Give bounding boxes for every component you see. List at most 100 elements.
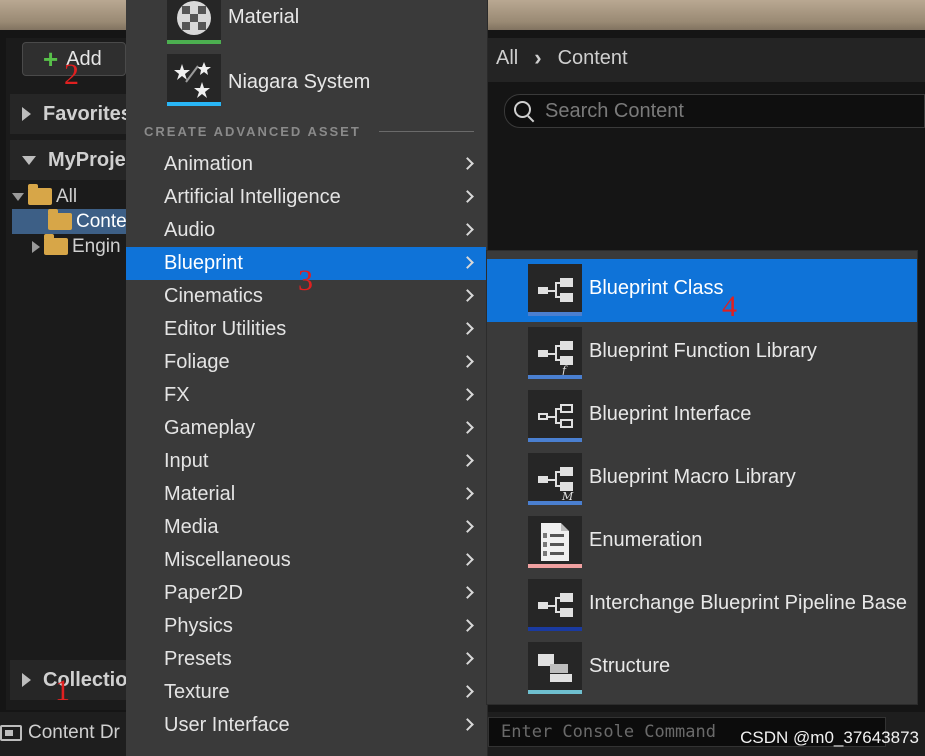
asset-color-bar [528, 501, 582, 505]
chevron-right-icon [461, 454, 474, 467]
search-icon [513, 100, 535, 122]
chevron-right-icon [461, 355, 474, 368]
menu-item-label: Paper2D [164, 582, 243, 604]
console-placeholder: Enter Console Command [501, 722, 716, 742]
menu-item-label: Foliage [164, 351, 230, 373]
menu-item-paper2d[interactable]: Paper2D [126, 577, 486, 610]
menu-item-editor-utilities[interactable]: Editor Utilities [126, 313, 486, 346]
menu-item-miscellaneous[interactable]: Miscellaneous [126, 544, 486, 577]
annotation-marker: 1 [55, 674, 70, 707]
chevron-right-icon [461, 718, 474, 731]
menu-item-user-interface[interactable]: User Interface [126, 709, 486, 742]
chevron-right-icon [461, 520, 474, 533]
collections-section-header[interactable]: Collection [10, 660, 130, 700]
menu-item-label: Input [164, 450, 209, 472]
breadcrumb: All › Content [496, 42, 628, 74]
structure-icon [528, 642, 582, 694]
submenu-item-blueprint-interface[interactable]: Blueprint Interface [487, 385, 917, 448]
folder-icon [28, 184, 52, 205]
enumeration-icon [528, 516, 582, 568]
menu-item-input[interactable]: Input [126, 445, 486, 478]
menu-item-texture[interactable]: Texture [126, 676, 486, 709]
annotation-marker: 3 [298, 264, 313, 297]
menu-item-label: Animation [164, 153, 253, 175]
menu-item-gameplay[interactable]: Gameplay [126, 412, 486, 445]
annotation-marker: 2 [64, 58, 79, 91]
breadcrumb-chevron-icon[interactable]: › [534, 45, 541, 71]
chevron-down-icon [22, 155, 36, 165]
asset-color-bar [528, 690, 582, 694]
expand-down-icon [12, 192, 24, 201]
search-input[interactable]: Search Content [504, 94, 925, 128]
menu-item-artificial-intelligence[interactable]: Artificial Intelligence [126, 181, 486, 214]
menu-item-label: Gameplay [164, 417, 256, 439]
content-drawer-icon [0, 725, 22, 741]
submenu-item-blueprint-class[interactable]: Blueprint Class [487, 259, 917, 322]
project-section-header[interactable]: MyProjec [10, 140, 130, 180]
tree-item-label: Engin [72, 235, 121, 257]
submenu-item-blueprint-function-library[interactable]: f Blueprint Function Library [487, 322, 917, 385]
menu-item-label: FX [164, 384, 190, 406]
chevron-right-icon [22, 673, 31, 687]
material-icon [167, 0, 221, 44]
chevron-right-icon [461, 289, 474, 302]
breadcrumb-content[interactable]: Content [558, 47, 628, 70]
submenu-item-enumeration[interactable]: Enumeration [487, 511, 917, 574]
menu-item-label: Texture [164, 681, 230, 703]
chevron-right-icon [461, 223, 474, 236]
menu-item-fx[interactable]: FX [126, 379, 486, 412]
folder-icon [44, 234, 68, 255]
tree-item-content[interactable]: Conte [12, 209, 130, 234]
sources-panel [6, 38, 136, 710]
chevron-right-icon [461, 619, 474, 632]
menu-item-label: Material [228, 6, 300, 28]
blueprint-interface-icon [528, 390, 582, 442]
chevron-right-icon [461, 487, 474, 500]
watermark: CSDN @m0_37643873 [740, 728, 919, 747]
expand-right-icon [32, 240, 40, 253]
chevron-right-icon [461, 685, 474, 698]
tree-item-engine[interactable]: Engin [12, 234, 130, 259]
blueprint-macro-library-icon: M [528, 453, 582, 505]
menu-item-material[interactable]: Material [126, 0, 486, 48]
menu-item-foliage[interactable]: Foliage [126, 346, 486, 379]
chevron-right-icon [22, 107, 31, 121]
menu-item-material[interactable]: Material [126, 478, 486, 511]
content-drawer-button[interactable]: Content Dr [0, 718, 120, 748]
menu-item-label: Miscellaneous [164, 549, 291, 571]
chevron-right-icon [461, 553, 474, 566]
menu-item-label: Niagara System [228, 71, 371, 93]
menu-item-animation[interactable]: Animation [126, 148, 486, 181]
menu-item-media[interactable]: Media [126, 511, 486, 544]
interchange-pipeline-icon [528, 579, 582, 631]
submenu-item-label: Blueprint Macro Library [589, 466, 796, 488]
section-title-text: CREATE ADVANCED ASSET [144, 123, 361, 139]
material-color-bar [167, 40, 221, 44]
menu-item-physics[interactable]: Physics [126, 610, 486, 643]
folder-icon [48, 209, 72, 230]
favorites-section-header[interactable]: Favorites [10, 94, 130, 134]
section-title: CREATE ADVANCED ASSET [144, 122, 474, 140]
asset-color-bar [528, 438, 582, 442]
submenu-item-label: Blueprint Interface [589, 403, 752, 425]
chevron-right-icon [461, 388, 474, 401]
tree-item-all[interactable]: All [12, 184, 130, 209]
blueprint-class-icon [528, 264, 582, 316]
chevron-right-icon [461, 256, 474, 269]
menu-item-audio[interactable]: Audio [126, 214, 486, 247]
submenu-item-structure[interactable]: Structure [487, 637, 917, 700]
submenu-item-blueprint-macro-library[interactable]: M Blueprint Macro Library [487, 448, 917, 511]
menu-item-label: Cinematics [164, 285, 263, 307]
chevron-right-icon [461, 586, 474, 599]
menu-item-label: Presets [164, 648, 232, 670]
menu-item-niagara-system[interactable]: Niagara System [126, 50, 486, 110]
breadcrumb-all[interactable]: All [496, 47, 518, 70]
blueprint-function-library-icon: f [528, 327, 582, 379]
menu-item-presets[interactable]: Presets [126, 643, 486, 676]
submenu-item-interchange-blueprint-pipeline-base[interactable]: Interchange Blueprint Pipeline Base [487, 574, 917, 637]
submenu-item-label: Interchange Blueprint Pipeline Base [589, 592, 907, 614]
annotation-marker: 4 [722, 290, 737, 323]
asset-color-bar [528, 627, 582, 631]
chevron-right-icon [461, 652, 474, 665]
menu-item-label: Media [164, 516, 219, 538]
